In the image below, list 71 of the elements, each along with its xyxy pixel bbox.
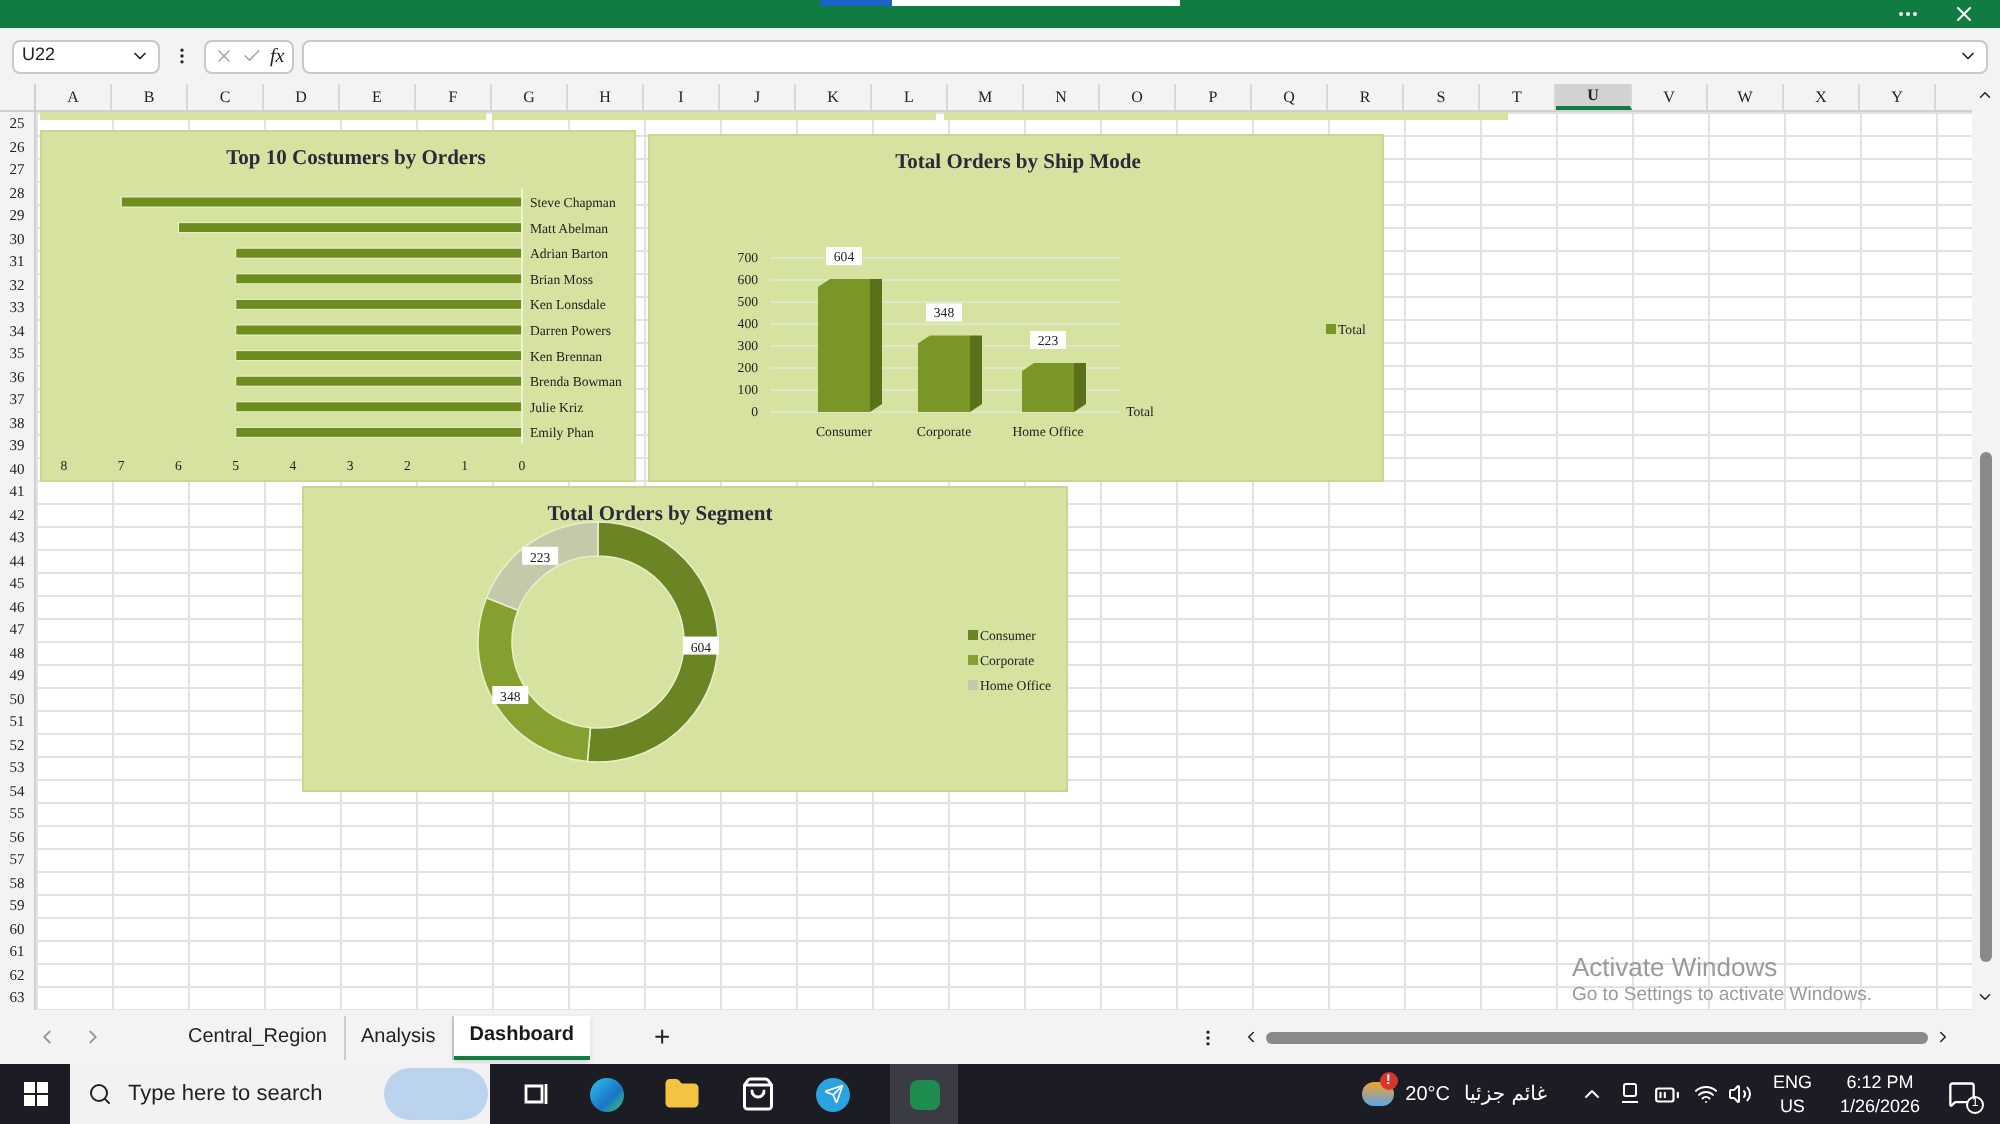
insert-function-button[interactable]: fx xyxy=(270,41,285,71)
data-label-background xyxy=(1030,330,1066,349)
column-header[interactable]: J xyxy=(720,84,796,110)
browser-icon[interactable] xyxy=(590,1077,624,1111)
column-header[interactable]: E xyxy=(340,84,416,110)
chart-title: Total Orders by Ship Mode xyxy=(895,152,1141,174)
sheet-tab[interactable]: Dashboard xyxy=(453,1015,590,1059)
column-header[interactable]: U xyxy=(1556,84,1632,110)
add-sheet-button[interactable]: + xyxy=(645,1016,679,1058)
column-header[interactable]: F xyxy=(416,84,492,110)
column-header[interactable]: B xyxy=(112,84,188,110)
data-label-background xyxy=(826,247,862,266)
store-icon[interactable] xyxy=(740,1076,776,1112)
chart-title: Total Orders by Segment xyxy=(547,504,773,526)
messenger-icon[interactable] xyxy=(816,1077,850,1111)
taskbar-search-field[interactable]: Type here to search xyxy=(70,1064,490,1124)
data-label-background xyxy=(522,546,559,565)
scrollbar-thumb[interactable] xyxy=(1266,1031,1929,1043)
worksheet-grid[interactable] xyxy=(36,112,1972,1010)
formula-input[interactable] xyxy=(302,39,1988,73)
column-bar xyxy=(918,335,982,412)
clock-time[interactable]: 6:12 PM xyxy=(1846,1070,1914,1094)
data-label-background xyxy=(492,686,529,704)
column-header[interactable]: K xyxy=(796,84,872,110)
column-header[interactable]: G xyxy=(492,84,568,110)
temperature: 20°C xyxy=(1405,1081,1450,1109)
title-search-field[interactable] xyxy=(820,0,1180,6)
activation-title: Activate Windows xyxy=(1572,952,1780,982)
column-header[interactable]: Y xyxy=(1860,84,1936,110)
column-header[interactable]: D xyxy=(264,84,340,110)
column-header[interactable]: N xyxy=(1024,84,1100,110)
column-header[interactable]: X xyxy=(1784,84,1860,110)
notification-icon[interactable] xyxy=(1948,1080,1976,1108)
task-view-icon[interactable] xyxy=(524,1082,550,1106)
weather-icon[interactable] xyxy=(1361,1082,1394,1106)
volume-icon[interactable] xyxy=(1728,1082,1753,1106)
column-bar xyxy=(818,279,882,412)
keyboard-region[interactable]: US xyxy=(1779,1094,1805,1118)
scrollbar-thumb[interactable] xyxy=(1980,452,1992,962)
column-header[interactable]: W xyxy=(1708,84,1784,110)
activation-message: Go to Settings to activate Windows. xyxy=(1572,982,1872,1008)
sheet-tab[interactable]: Central_Region xyxy=(172,1015,345,1059)
name-box[interactable]: U22 xyxy=(12,39,160,73)
cell-reference: U22 xyxy=(22,42,56,69)
column-header[interactable]: I xyxy=(644,84,720,110)
folder-icon[interactable] xyxy=(664,1076,700,1112)
language-indicator[interactable]: ENG xyxy=(1772,1070,1812,1094)
clock-date[interactable]: 1/26/2026 xyxy=(1839,1094,1920,1118)
column-header[interactable]: L xyxy=(872,84,948,110)
column-header[interactable]: Q xyxy=(1252,84,1328,110)
weather-condition: غائم جزئيا xyxy=(1463,1081,1547,1109)
battery-icon[interactable] xyxy=(1654,1081,1681,1107)
scroll-up-icon[interactable] xyxy=(1976,86,1994,104)
data-label-background xyxy=(926,303,962,322)
column-header[interactable]: P xyxy=(1176,84,1252,110)
close-icon[interactable] xyxy=(1952,2,1976,26)
chart-title: Top 10 Costumers by Orders xyxy=(226,148,486,170)
column-header[interactable]: O xyxy=(1100,84,1176,110)
column-header[interactable]: S xyxy=(1404,84,1480,110)
column-header[interactable]: V xyxy=(1632,84,1708,110)
search-icon xyxy=(88,1082,112,1106)
column-bar xyxy=(1022,362,1086,412)
scroll-down-icon[interactable] xyxy=(1976,988,1994,1006)
column-header[interactable]: A xyxy=(36,84,112,110)
windows-logo-icon[interactable] xyxy=(24,1082,48,1106)
spreadsheet-app-icon[interactable] xyxy=(890,1064,958,1124)
search-input[interactable]: Type here to search xyxy=(128,1077,368,1111)
column-header[interactable]: H xyxy=(568,84,644,110)
column-header[interactable]: R xyxy=(1328,84,1404,110)
column-header[interactable]: M xyxy=(948,84,1024,110)
column-header[interactable]: C xyxy=(188,84,264,110)
